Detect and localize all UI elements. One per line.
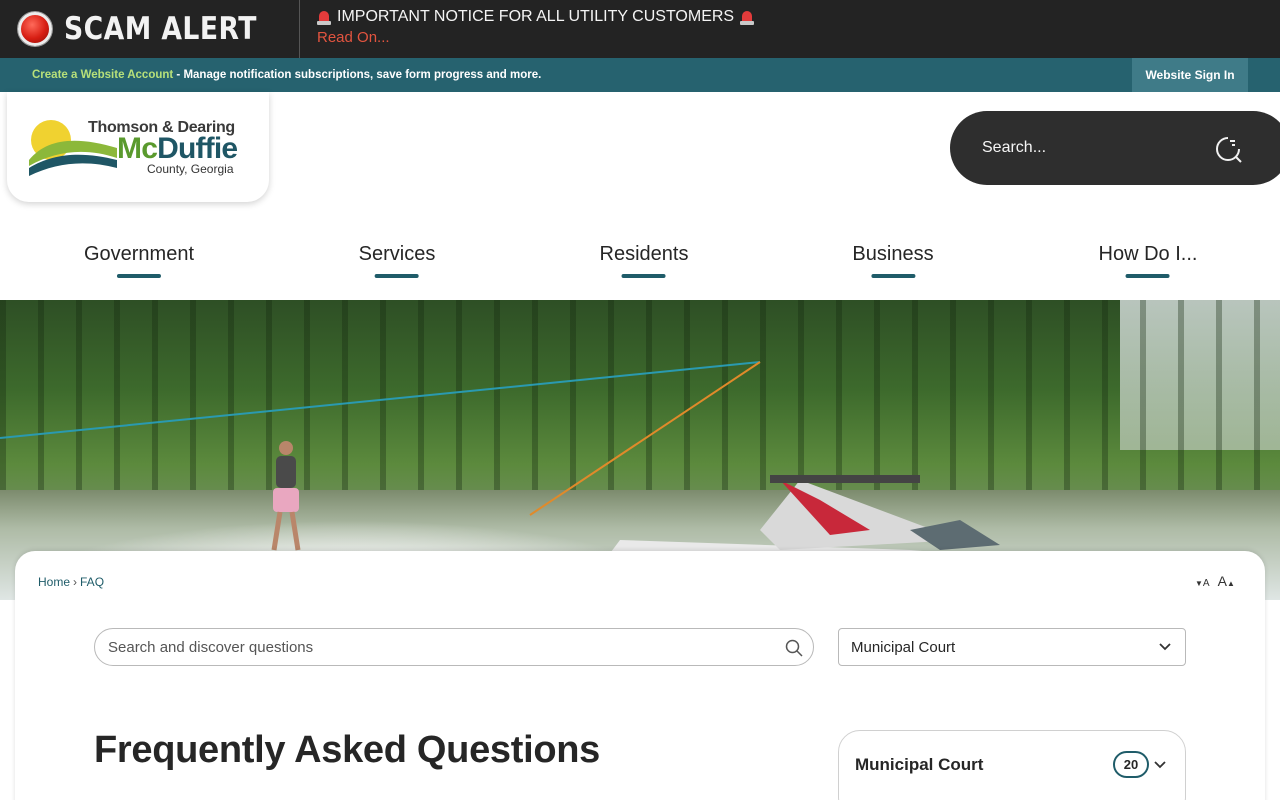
nav-underline [871,274,915,278]
decrease-text-size-button[interactable]: ▼A [1195,573,1210,591]
nav-government[interactable]: Government [84,243,194,278]
chevron-down-icon[interactable] [1154,761,1166,769]
nav-underline [1125,274,1170,278]
account-message: Create a Website Account - Manage notifi… [0,69,541,81]
breadcrumb-current[interactable]: FAQ [80,575,104,589]
chevron-down-icon [1159,643,1171,651]
search-icon[interactable] [1213,134,1243,164]
site-search-input[interactable]: Search... [982,139,1046,157]
logo-line-3: County, Georgia [147,162,234,176]
alert-message: IMPORTANT NOTICE FOR ALL UTILITY CUSTOME… [300,0,755,58]
account-bar: Create a Website Account - Manage notifi… [0,58,1280,92]
page-title: Frequently Asked Questions [94,729,601,771]
nav-residents[interactable]: Residents [600,243,688,278]
siren-icon [740,9,755,25]
logo-line-2: McDuffie [117,132,238,165]
siren-icon [317,9,331,25]
category-dropdown[interactable]: Municipal Court [838,628,1186,666]
create-account-link[interactable]: Create a Website Account [32,69,173,81]
category-panel[interactable]: Municipal Court 20 [838,730,1186,800]
nav-business[interactable]: Business [852,243,934,278]
wakesurfer-image [271,441,301,551]
nav-underline [622,274,666,278]
text-size-controls: ▼A A▲ [1195,573,1235,591]
breadcrumb-home[interactable]: Home [38,575,70,589]
nav-how-do-i[interactable]: How Do I... [1099,243,1197,278]
account-description: - Manage notification subscriptions, sav… [173,69,542,81]
main-navigation: Government Services Residents Business H… [0,240,1280,290]
faq-content-area: Home › FAQ ▼A A▲ Search and discover quest… [15,551,1265,800]
alert-notice-text: IMPORTANT NOTICE FOR ALL UTILITY CUSTOME… [337,7,735,25]
increase-text-size-button[interactable]: A▲ [1218,573,1235,591]
faq-search-placeholder: Search and discover questions [108,638,314,656]
site-search[interactable]: Search... [950,111,1280,185]
question-count-badge: 20 [1113,751,1149,778]
scam-alert-title: SCAM ALERT [64,11,257,47]
breadcrumb: Home › FAQ [38,575,104,589]
alert-notice: IMPORTANT NOTICE FOR ALL UTILITY CUSTOME… [317,6,755,27]
nav-services[interactable]: Services [359,243,435,278]
category-selected-value: Municipal Court [851,638,956,656]
alert-siren-icon [18,12,52,46]
read-on-link[interactable]: Read On... [317,29,754,46]
nav-underline [117,274,161,278]
scam-alert-bar: SCAM ALERT IMPORTANT NOTICE FOR ALL UTIL… [0,0,1280,58]
site-logo[interactable]: Thomson & Dearing McDuffie County, Georg… [7,92,269,202]
search-icon[interactable] [785,639,803,657]
faq-search-input[interactable]: Search and discover questions [94,628,814,666]
scam-alert-label[interactable]: SCAM ALERT [0,0,300,58]
category-panel-title: Municipal Court [855,755,984,774]
breadcrumb-separator: › [73,575,78,589]
sign-in-button[interactable]: Website Sign In [1132,58,1248,92]
nav-underline [374,274,419,278]
